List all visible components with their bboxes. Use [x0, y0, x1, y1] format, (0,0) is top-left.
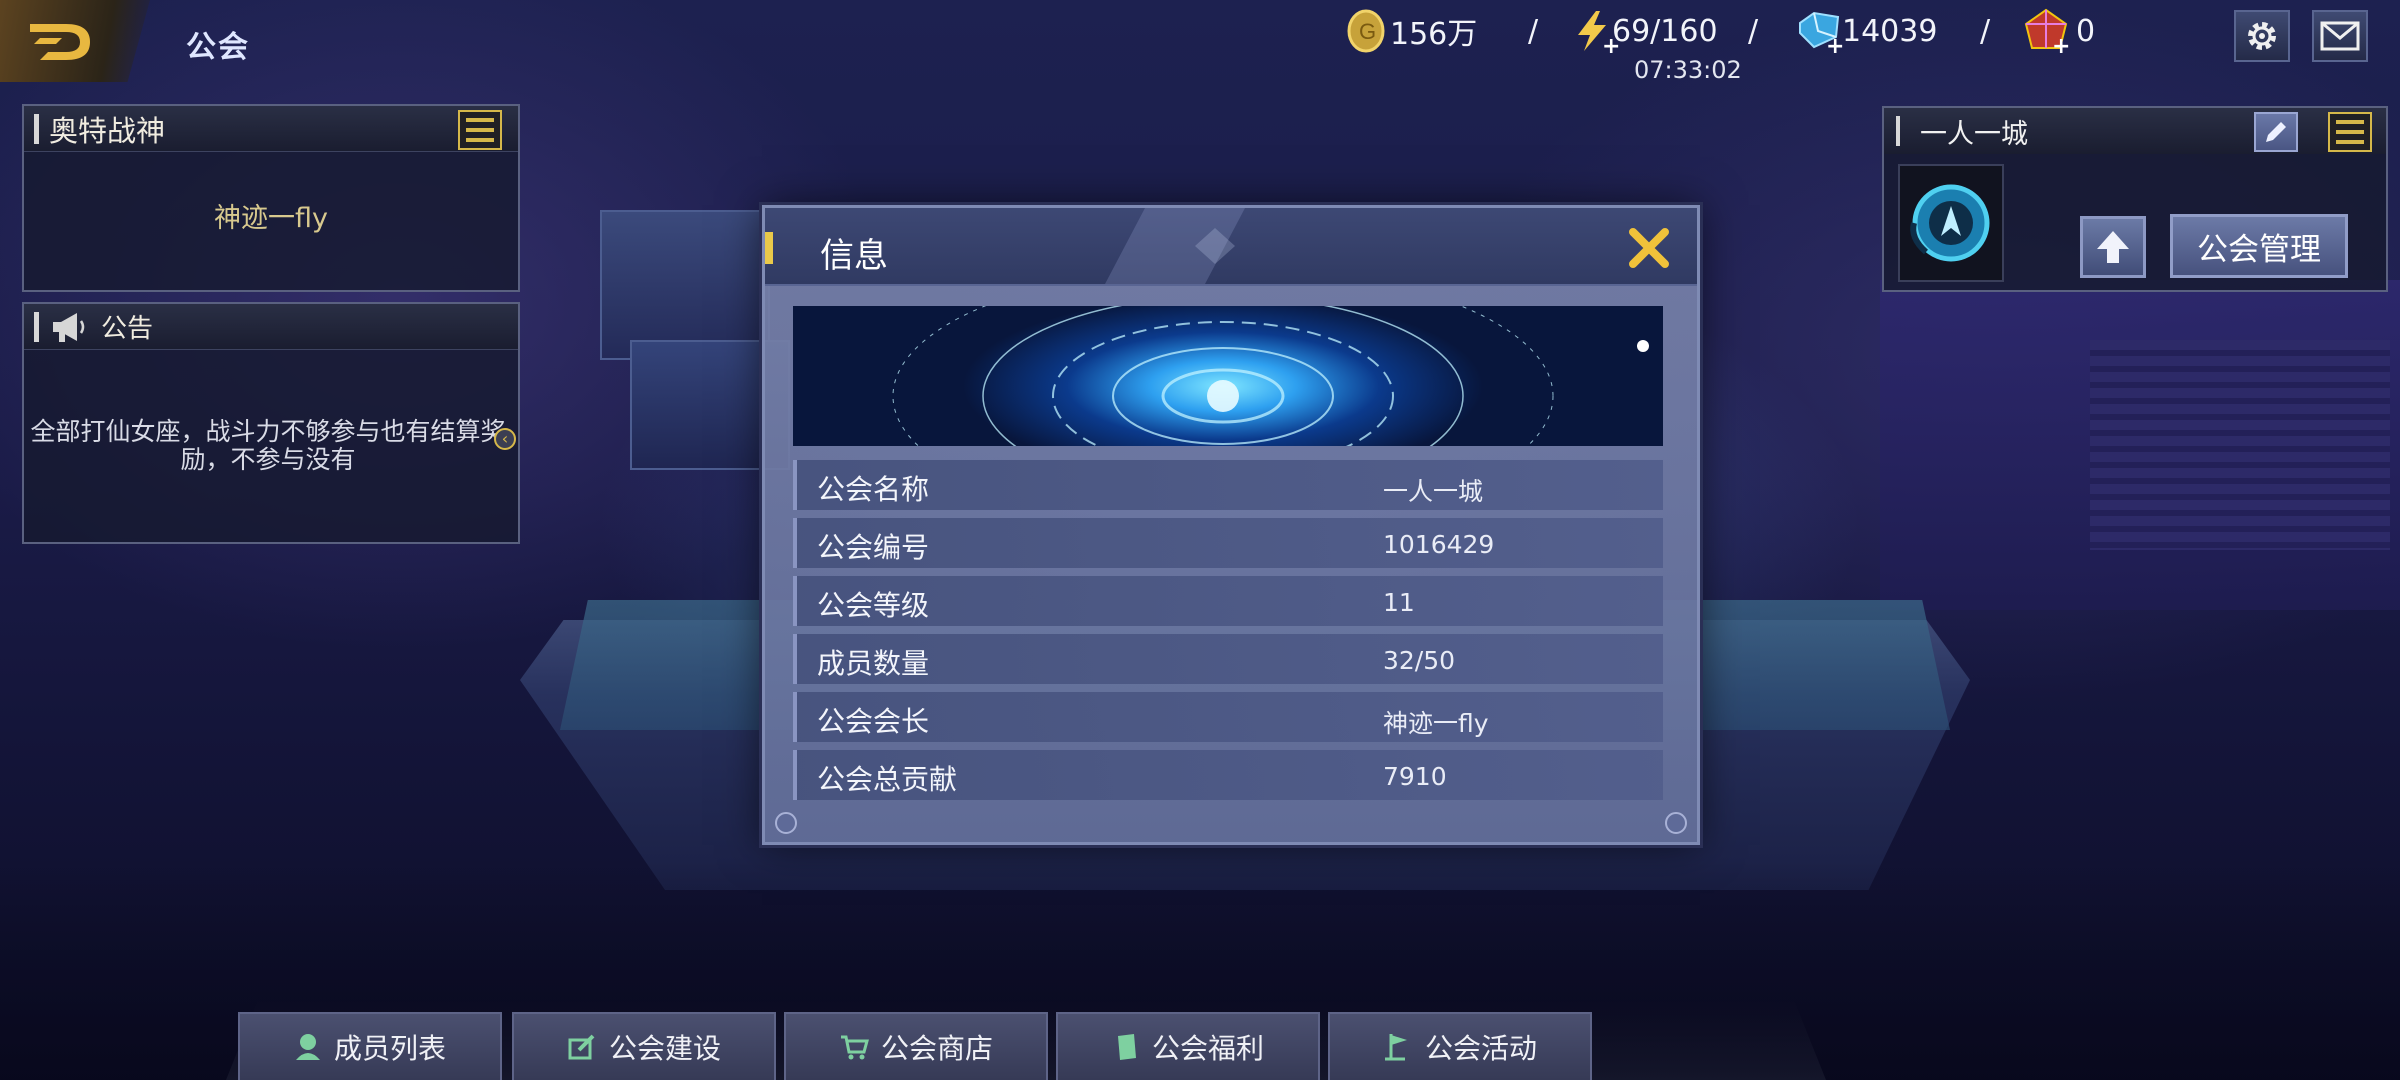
pencil-icon: [2266, 122, 2286, 142]
info-row-total-contribution: 公会总贡献 7910: [793, 750, 1663, 800]
notice-panel: 公告 全部打仙女座，战斗力不够参与也有结算奖励，不参与没有 ‹: [22, 302, 520, 544]
back-logo-icon: [30, 24, 90, 60]
separator: /: [1748, 13, 1759, 49]
gift-icon: [1117, 1034, 1136, 1060]
gold-coin-icon: G: [1347, 9, 1385, 53]
add-gems-icon[interactable]: +: [1826, 34, 1844, 59]
background-machine: [600, 210, 770, 360]
tab-guild-shop[interactable]: 公会商店: [784, 1012, 1048, 1080]
energy-resource: 69/160: [1572, 8, 1718, 54]
tab-label: 成员列表: [333, 1032, 446, 1065]
crystals-value: 0: [2076, 13, 2096, 49]
tab-guild-welfare[interactable]: 公会福利: [1056, 1012, 1320, 1080]
info-value: 1016429: [1383, 530, 1495, 559]
background-shutter: [2090, 340, 2390, 550]
info-value: 11: [1383, 588, 1415, 617]
arrow-up-icon: [2097, 231, 2129, 263]
info-label: 公会会长: [817, 705, 930, 738]
info-row-member-count: 成员数量 32/50: [793, 634, 1663, 684]
mail-button[interactable]: [2312, 10, 2368, 62]
list-menu-icon[interactable]: [458, 110, 502, 150]
header-bar: [34, 311, 39, 342]
tab-guild-build[interactable]: 公会建设: [512, 1012, 776, 1080]
header-bar: [1896, 116, 1900, 146]
upgrade-button[interactable]: [2080, 216, 2146, 278]
gear-icon: [2248, 22, 2276, 50]
energy-timer: 07:33:02: [1634, 56, 1742, 84]
build-icon: [568, 1034, 595, 1060]
info-value: 7910: [1383, 762, 1447, 791]
gold-resource: G 156万: [1346, 8, 1477, 54]
back-button[interactable]: [0, 0, 150, 82]
svg-text:G: G: [1359, 19, 1376, 44]
guild-leader-panel: 奥特战神 神迹一fly: [22, 104, 520, 292]
info-value: 一人一城: [1383, 477, 1484, 506]
flag-icon: [1384, 1034, 1407, 1061]
gems-value: 14039: [1842, 13, 1938, 49]
info-row-guild-id: 公会编号 1016429: [793, 518, 1663, 568]
page-title: 公会: [186, 30, 250, 65]
panel-header: 公告: [24, 304, 518, 350]
add-energy-icon[interactable]: +: [1602, 34, 1620, 59]
dialog-header: 信息: [765, 208, 1697, 286]
notice-title: 公告: [101, 314, 154, 344]
separator: /: [1528, 13, 1539, 49]
corner-rivet: [775, 812, 797, 834]
info-label: 公会等级: [817, 589, 930, 622]
info-label: 公会总贡献: [817, 763, 958, 796]
list-menu-icon[interactable]: [2328, 112, 2372, 152]
corner-rivet: [1665, 812, 1687, 834]
header-decoration: [1105, 208, 1245, 284]
tab-label: 公会建设: [608, 1032, 721, 1065]
notice-collapse-icon[interactable]: ‹: [494, 428, 516, 450]
info-row-guild-level: 公会等级 11: [793, 576, 1663, 626]
separator: /: [1980, 13, 1991, 49]
header-bar: [34, 113, 39, 144]
guild-emblem: [1898, 164, 2004, 282]
gold-value: 156万: [1390, 17, 1478, 52]
energy-value: 69/160: [1612, 13, 1718, 49]
tab-guild-events[interactable]: 公会活动: [1328, 1012, 1592, 1080]
header-accent: [765, 232, 773, 264]
guild-name-bar: 一人一城: [1884, 108, 2386, 154]
info-value: 神迹一fly: [1383, 709, 1489, 738]
close-button[interactable]: [1619, 218, 1679, 278]
info-row-guild-name: 公会名称 一人一城: [793, 460, 1663, 510]
tab-label: 公会福利: [1151, 1032, 1264, 1065]
edit-button[interactable]: [2254, 112, 2298, 152]
tab-member-list[interactable]: 成员列表: [238, 1012, 502, 1080]
info-row-guild-leader: 公会会长 神迹一fly: [793, 692, 1663, 742]
guild-leader-name: 神迹一fly: [214, 203, 328, 234]
member-icon: [295, 1034, 320, 1060]
mail-icon: [2320, 21, 2360, 51]
info-banner-image: [793, 306, 1663, 446]
info-label: 公会名称: [817, 473, 930, 506]
add-crystals-icon[interactable]: +: [2052, 34, 2070, 59]
close-icon: [1629, 228, 1669, 268]
cart-icon: [840, 1035, 869, 1060]
guild-emblem-icon: [1910, 184, 1990, 262]
guild-info-panel: 一人一城 公会管理: [1882, 106, 2388, 292]
info-label: 成员数量: [817, 647, 930, 680]
gems-resource: 14039: [1796, 8, 1937, 54]
info-label: 公会编号: [817, 531, 930, 564]
settings-button[interactable]: [2234, 10, 2290, 62]
dialog-title: 信息: [820, 236, 888, 276]
info-value: 32/50: [1383, 646, 1456, 675]
tab-label: 公会商店: [880, 1032, 993, 1065]
info-dialog: 信息 公会名称 一人一城 公会编号 1016429 公会等级 11 成员数量 3…: [762, 205, 1700, 845]
tab-label: 公会活动: [1424, 1032, 1537, 1065]
guild-leader-panel-title: 奥特战神: [49, 113, 166, 148]
panel-header: 奥特战神: [24, 106, 518, 152]
guild-manage-button[interactable]: 公会管理: [2170, 214, 2348, 278]
guild-name: 一人一城: [1920, 118, 2028, 150]
notice-text: 全部打仙女座，战斗力不够参与也有结算奖励，不参与没有: [30, 417, 506, 474]
megaphone-icon: [53, 312, 85, 342]
hologram-banner-art: [892, 306, 1649, 446]
